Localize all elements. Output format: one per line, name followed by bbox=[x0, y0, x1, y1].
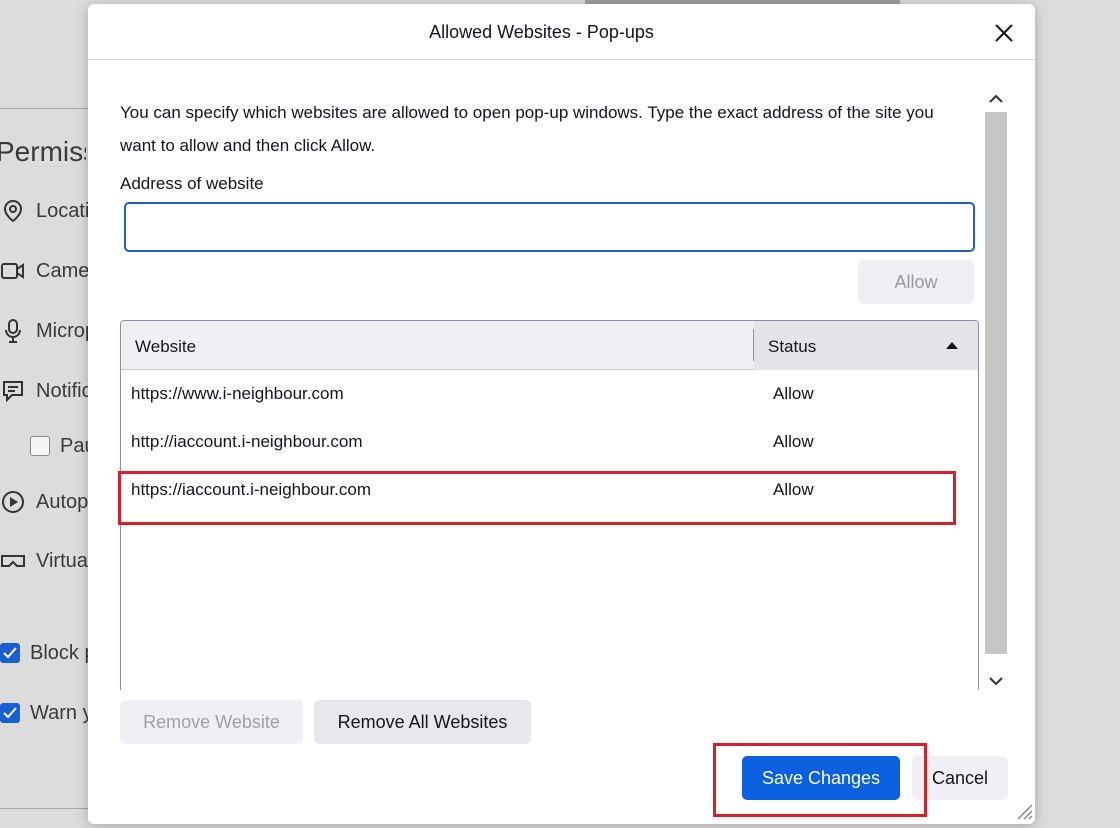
checkbox-label: Warn you bbox=[30, 701, 88, 724]
remove-all-websites-button[interactable]: Remove All Websites bbox=[314, 700, 531, 744]
remove-website-button[interactable]: Remove Website bbox=[120, 700, 303, 744]
autoplay-icon bbox=[0, 489, 26, 515]
block-popups-checkbox[interactable] bbox=[0, 643, 20, 663]
permission-microphone[interactable]: Microphone bbox=[0, 316, 88, 346]
close-button[interactable] bbox=[989, 18, 1019, 48]
website-cell: http://iaccount.i-neighbour.com bbox=[131, 432, 363, 451]
save-changes-button[interactable]: Save Changes bbox=[742, 756, 900, 800]
website-column-header[interactable]: Website bbox=[135, 337, 196, 357]
camera-icon bbox=[0, 258, 26, 284]
table-header: Website Status bbox=[121, 321, 978, 370]
address-input[interactable] bbox=[124, 202, 975, 252]
table-row[interactable]: https://www.i-neighbour.com Allow bbox=[121, 370, 978, 418]
permission-label: Autoplay bbox=[36, 490, 88, 513]
column-separator[interactable] bbox=[753, 329, 754, 361]
divider bbox=[0, 108, 90, 109]
pause-notifications-row[interactable]: Pause notifications bbox=[30, 431, 88, 461]
sort-ascending-icon bbox=[946, 342, 958, 349]
status-column-header[interactable]: Status bbox=[768, 337, 816, 357]
chevron-up-icon bbox=[989, 94, 1003, 103]
warn-checkbox[interactable] bbox=[0, 703, 20, 723]
websites-table: Website Status https://www.i-neighbour.c… bbox=[120, 320, 979, 690]
checkmark-icon bbox=[3, 647, 17, 659]
permission-autoplay[interactable]: Autoplay bbox=[0, 487, 88, 517]
close-icon bbox=[995, 24, 1013, 42]
website-cell: https://www.i-neighbour.com bbox=[131, 384, 344, 403]
status-cell: Allow bbox=[773, 384, 814, 403]
permission-label: Virtual Reality bbox=[36, 549, 88, 572]
location-pin-icon bbox=[0, 198, 26, 224]
allow-button[interactable]: Allow bbox=[858, 260, 974, 304]
permission-label: Microphone bbox=[36, 319, 88, 342]
table-row[interactable]: https://iaccount.i-neighbour.com Allow bbox=[121, 466, 978, 514]
checkbox-label: Pause notifications bbox=[60, 434, 88, 457]
warn-row[interactable]: Warn you bbox=[0, 698, 88, 728]
notification-icon bbox=[0, 378, 26, 404]
permission-label: Notifications bbox=[36, 379, 88, 402]
permission-location[interactable]: Location bbox=[0, 196, 88, 226]
allowed-websites-dialog: Allowed Websites - Pop-ups You can speci… bbox=[88, 4, 1035, 824]
status-cell: Allow bbox=[773, 432, 814, 451]
vr-headset-icon bbox=[0, 548, 26, 574]
permission-label: Location bbox=[36, 199, 88, 222]
divider bbox=[0, 808, 90, 809]
resize-grip-icon[interactable] bbox=[1013, 800, 1033, 820]
pause-notifications-checkbox[interactable] bbox=[30, 436, 50, 456]
permissions-heading: Permissions bbox=[0, 136, 86, 167]
checkbox-label: Block pop-up windows bbox=[30, 641, 88, 664]
address-label: Address of website bbox=[120, 174, 264, 193]
scroll-thumb[interactable] bbox=[985, 112, 1007, 654]
permission-virtual-reality[interactable]: Virtual Reality bbox=[0, 546, 88, 576]
status-cell: Allow bbox=[773, 480, 814, 499]
chevron-down-icon bbox=[989, 677, 1003, 686]
website-cell: https://iaccount.i-neighbour.com bbox=[131, 480, 372, 499]
permission-label: Camera bbox=[36, 259, 88, 282]
table-row[interactable]: http://iaccount.i-neighbour.com Allow bbox=[121, 418, 978, 466]
dialog-scrollbar[interactable] bbox=[984, 88, 1008, 692]
block-popups-row[interactable]: Block pop-up windows bbox=[0, 638, 88, 668]
permission-notifications[interactable]: Notifications bbox=[0, 376, 88, 406]
checkmark-icon bbox=[3, 707, 17, 719]
scroll-up-button[interactable] bbox=[984, 88, 1008, 110]
microphone-icon bbox=[0, 318, 26, 344]
cancel-button[interactable]: Cancel bbox=[912, 756, 1008, 800]
dialog-description: You can specify which websites are allow… bbox=[120, 103, 934, 155]
dialog-title: Allowed Websites - Pop-ups bbox=[429, 22, 654, 42]
dialog-titlebar: Allowed Websites - Pop-ups bbox=[88, 4, 1035, 60]
scroll-down-button[interactable] bbox=[984, 670, 1008, 692]
permission-camera[interactable]: Camera bbox=[0, 256, 88, 286]
